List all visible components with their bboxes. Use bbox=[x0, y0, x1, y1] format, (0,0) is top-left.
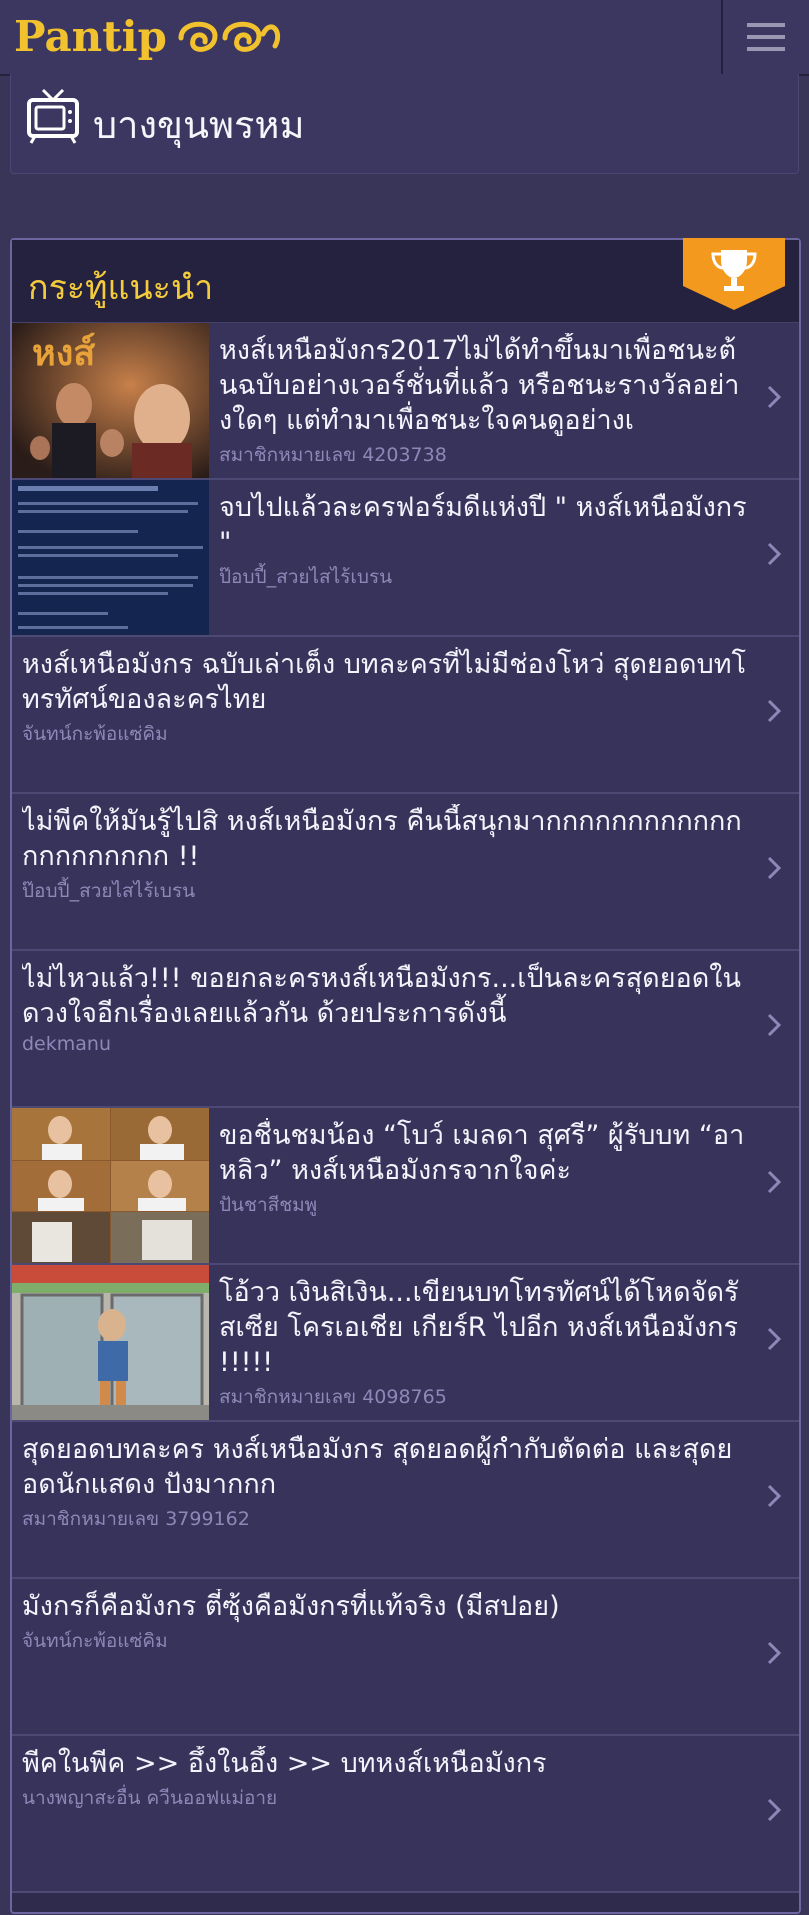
topic-title[interactable]: จบไปแล้วละครฟอร์มดีแห่งปี " หงส์เหนือมัง… bbox=[219, 490, 747, 560]
topic-title[interactable]: พีคในพีค >> อึ้งในอึ้ง >> บทหงส์เหนือมัง… bbox=[22, 1746, 747, 1781]
svg-text:หงส์: หงส์ bbox=[32, 332, 95, 374]
logo-text: Pantip bbox=[14, 11, 167, 61]
tv-icon bbox=[27, 88, 79, 144]
topic-body: ไม่ไหวแล้ว!!! ขอยกละครหงส์เหนือมังกร...เ… bbox=[22, 961, 747, 1055]
menu-button[interactable] bbox=[721, 0, 809, 74]
topic-item[interactable]: ไม่พีคให้มันรู้ไปสิ หงส์เหนือมังกร คืนนี… bbox=[12, 794, 799, 951]
topic-item[interactable]: จบไปแล้วละครฟอร์มดีแห่งปี " หงส์เหนือมัง… bbox=[12, 480, 799, 637]
hamburger-icon bbox=[747, 23, 785, 51]
room-header: บางขุนพรหม bbox=[10, 74, 799, 174]
topic-body: พีคในพีค >> อึ้งในอึ้ง >> บทหงส์เหนือมัง… bbox=[22, 1746, 747, 1813]
topic-title[interactable]: ไม่ไหวแล้ว!!! ขอยกละครหงส์เหนือมังกร...เ… bbox=[22, 961, 747, 1031]
chevron-right-icon bbox=[767, 542, 781, 566]
thumbnail-image bbox=[12, 1108, 209, 1263]
chevron-right-icon bbox=[767, 699, 781, 723]
topic-item[interactable]: สุดยอดบทละคร หงส์เหนือมังกร สุดยอดผู้กำก… bbox=[12, 1422, 799, 1579]
recommended-title: กระทู้แนะนำ bbox=[28, 268, 214, 308]
topic-body: มังกรก็คือมังกร ตี๋ซุ้งคือมังกรที่แท้จริ… bbox=[22, 1589, 747, 1656]
topic-list: หงส์ หงส์เหนือมังกร2017ไม่ได้ทำขึ้นมาเพื… bbox=[12, 323, 799, 1893]
topic-item[interactable]: หงส์ หงส์เหนือมังกร2017ไม่ได้ทำขึ้นมาเพื… bbox=[12, 323, 799, 480]
topic-author[interactable]: สมาชิกหมายเลข 4203738 bbox=[219, 440, 747, 470]
topic-body: ขอชื่นชมน้อง “โบว์ เมลดา สุศรี” ผู้รับบท… bbox=[219, 1118, 747, 1220]
topic-author[interactable]: จันทน์กะพ้อแซ่คิม bbox=[22, 1626, 747, 1656]
room-name[interactable]: บางขุนพรหม bbox=[93, 94, 305, 155]
topic-body: ไม่พีคให้มันรู้ไปสิ หงส์เหนือมังกร คืนนี… bbox=[22, 804, 747, 906]
trophy-icon bbox=[683, 238, 785, 310]
chevron-right-icon bbox=[767, 856, 781, 880]
topic-author[interactable]: dekmanu bbox=[22, 1033, 747, 1055]
thumbnail-image: หงส์ bbox=[12, 323, 209, 478]
topic-author[interactable]: ป๊อบปี้_สวยไสไร้เบรน bbox=[219, 562, 747, 592]
topic-title[interactable]: สุดยอดบทละคร หงส์เหนือมังกร สุดยอดผู้กำก… bbox=[22, 1432, 747, 1502]
chevron-right-icon bbox=[767, 1484, 781, 1508]
topic-title[interactable]: มังกรก็คือมังกร ตี๋ซุ้งคือมังกรที่แท้จริ… bbox=[22, 1589, 747, 1624]
top-bar: Pantip bbox=[0, 0, 809, 76]
thumbnail-image bbox=[12, 1265, 209, 1420]
thumbnail-image bbox=[12, 480, 209, 635]
topic-author[interactable]: สมาชิกหมายเลข 3799162 bbox=[22, 1504, 747, 1534]
chevron-right-icon bbox=[767, 385, 781, 409]
logo-mark-icon bbox=[178, 21, 281, 52]
topic-body: จบไปแล้วละครฟอร์มดีแห่งปี " หงส์เหนือมัง… bbox=[219, 490, 747, 592]
topic-item[interactable]: พีคในพีค >> อึ้งในอึ้ง >> บทหงส์เหนือมัง… bbox=[12, 1736, 799, 1893]
chevron-right-icon bbox=[767, 1013, 781, 1037]
topic-author[interactable]: นางพญาสะอื่น ควีนออฟแม่อาย bbox=[22, 1783, 747, 1813]
topic-item[interactable]: หงส์เหนือมังกร ฉบับเล่าเต็ง บทละครที่ไม่… bbox=[12, 637, 799, 794]
topic-author[interactable]: ป๊อบปี้_สวยไสไร้เบรน bbox=[22, 876, 747, 906]
topic-title[interactable]: ไม่พีคให้มันรู้ไปสิ หงส์เหนือมังกร คืนนี… bbox=[22, 804, 747, 874]
topic-author[interactable]: สมาชิกหมายเลข 4098765 bbox=[219, 1382, 747, 1412]
topic-body: หงส์เหนือมังกร2017ไม่ได้ทำขึ้นมาเพื่อชนะ… bbox=[219, 333, 747, 470]
topic-body: โอ้วว เงินสิเงิน...เขียนบทโทรทัศน์ได้โหด… bbox=[219, 1275, 747, 1412]
topic-title[interactable]: หงส์เหนือมังกร ฉบับเล่าเต็ง บทละครที่ไม่… bbox=[22, 647, 747, 717]
chevron-right-icon bbox=[767, 1641, 781, 1665]
topic-body: สุดยอดบทละคร หงส์เหนือมังกร สุดยอดผู้กำก… bbox=[22, 1432, 747, 1534]
topic-title[interactable]: หงส์เหนือมังกร2017ไม่ได้ทำขึ้นมาเพื่อชนะ… bbox=[219, 333, 747, 438]
topic-author[interactable]: จันทน์กะพ้อแซ่คิม bbox=[22, 719, 747, 749]
topic-body: หงส์เหนือมังกร ฉบับเล่าเต็ง บทละครที่ไม่… bbox=[22, 647, 747, 749]
topic-item[interactable]: โอ้วว เงินสิเงิน...เขียนบทโทรทัศน์ได้โหด… bbox=[12, 1265, 799, 1422]
pantip-logo[interactable]: Pantip bbox=[14, 6, 283, 66]
topic-author[interactable]: ปันชาสีชมพู bbox=[219, 1190, 747, 1220]
recommended-topics: กระทู้แนะนำ หงส์ หงส์เหนือมังกร2017ไม่ได… bbox=[10, 238, 801, 1914]
topic-item[interactable]: ไม่ไหวแล้ว!!! ขอยกละครหงส์เหนือมังกร...เ… bbox=[12, 951, 799, 1108]
chevron-right-icon bbox=[767, 1170, 781, 1194]
chevron-right-icon bbox=[767, 1327, 781, 1351]
recommended-header: กระทู้แนะนำ bbox=[12, 238, 799, 323]
topic-title[interactable]: โอ้วว เงินสิเงิน...เขียนบทโทรทัศน์ได้โหด… bbox=[219, 1275, 747, 1380]
chevron-right-icon bbox=[767, 1798, 781, 1822]
topic-item[interactable]: ขอชื่นชมน้อง “โบว์ เมลดา สุศรี” ผู้รับบท… bbox=[12, 1108, 799, 1265]
topic-title[interactable]: ขอชื่นชมน้อง “โบว์ เมลดา สุศรี” ผู้รับบท… bbox=[219, 1118, 747, 1188]
topic-item[interactable]: มังกรก็คือมังกร ตี๋ซุ้งคือมังกรที่แท้จริ… bbox=[12, 1579, 799, 1736]
